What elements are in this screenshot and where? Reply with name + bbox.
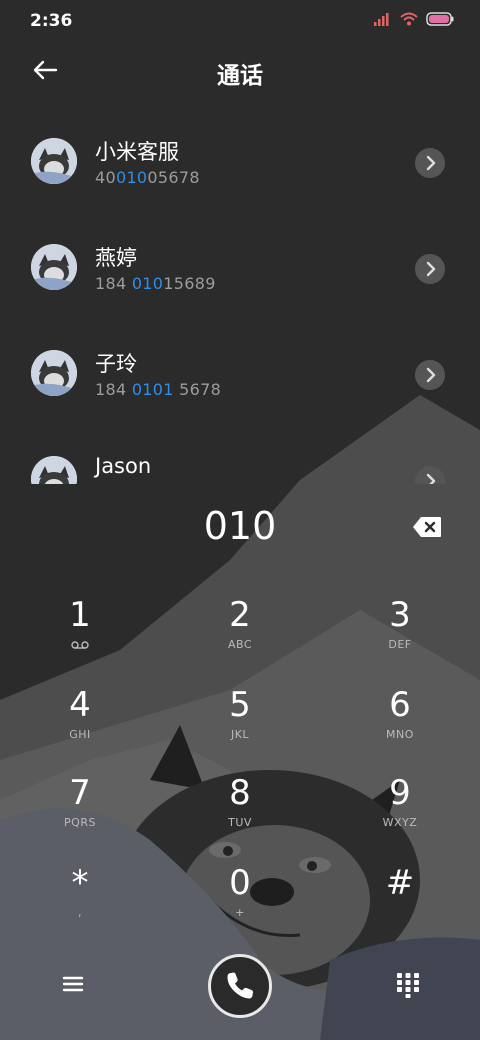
menu-icon[interactable] [60,972,88,996]
chevron-right-icon[interactable] [415,360,445,390]
page-title: 通话 [217,63,263,89]
wifi-icon [400,12,418,26]
avatar [31,138,77,184]
dial-input[interactable]: 010 [0,504,480,548]
chevron-right-icon[interactable] [415,148,445,178]
status-bar: 2:36 [0,0,480,42]
call-button[interactable] [208,954,272,1018]
contact-name: Jason [95,454,152,478]
phone-icon [227,972,253,999]
contact-item[interactable]: 小米客服 4001005678 [0,130,480,236]
key-5[interactable]: 5 JKL [180,686,300,766]
avatar [31,456,77,484]
signal-icon [374,13,389,26]
header: 通话 [0,42,480,98]
dialpad: 010 1 2 ABC 3 DEF 4 GHI 5 JKL 6 MNO 7 PQ… [0,484,480,1040]
contact-name: 燕婷 [95,246,137,270]
contact-item[interactable]: 子玲 184 0101 5678 [0,342,480,448]
key-6[interactable]: 6 MNO [340,686,460,766]
dialpad-icon[interactable] [396,972,420,998]
chevron-right-icon[interactable] [415,466,445,484]
key-9[interactable]: 9 WXYZ [340,774,460,854]
avatar [31,350,77,396]
key-2[interactable]: 2 ABC [180,596,300,676]
voicemail-icon [71,641,89,649]
avatar [31,244,77,290]
key-4[interactable]: 4 GHI [20,686,140,766]
contact-item[interactable]: 燕婷 184 01015689 [0,236,480,342]
key-1[interactable]: 1 [20,596,140,676]
key-8[interactable]: 8 TUV [180,774,300,854]
contact-number: 184 0101 5678 [95,380,222,399]
contact-number: 4001005678 [95,168,200,187]
battery-icon [426,12,454,26]
key-7[interactable]: 7 PQRS [20,774,140,854]
contact-name: 子玲 [95,352,137,376]
contact-item[interactable]: Jason [0,448,480,484]
key-star[interactable]: * , [20,864,140,944]
contact-list: 小米客服 4001005678 燕婷 184 01015689 子玲 184 0… [0,104,480,484]
contact-number: 184 01015689 [95,274,216,293]
contact-name: 小米客服 [95,140,179,164]
key-3[interactable]: 3 DEF [340,596,460,676]
backspace-icon[interactable] [412,516,442,538]
status-time: 2:36 [30,11,73,31]
chevron-right-icon[interactable] [415,254,445,284]
key-hash[interactable]: # [340,864,460,944]
key-0[interactable]: 0 + [180,864,300,944]
